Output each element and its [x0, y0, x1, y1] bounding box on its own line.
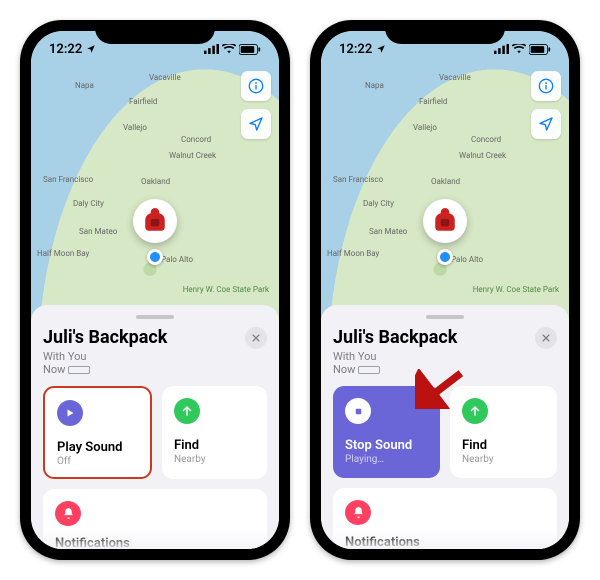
- play-sound-title: Play Sound: [57, 440, 138, 455]
- close-button[interactable]: [245, 327, 267, 349]
- map-locate-button[interactable]: [531, 109, 561, 139]
- map-controls: [531, 71, 561, 139]
- battery-icon: [239, 44, 261, 55]
- status-time: 12:22: [339, 42, 372, 57]
- find-arrow-icon: [462, 398, 488, 424]
- map-poi-label: Henry W. Coe State Park: [473, 285, 559, 294]
- notifications-card[interactable]: Notifications: [43, 489, 267, 549]
- stop-icon: [345, 398, 371, 424]
- tracked-item-pin[interactable]: [133, 199, 177, 243]
- play-sound-status: Off: [57, 456, 138, 467]
- location-services-icon: [376, 44, 386, 54]
- info-icon: [248, 78, 264, 94]
- backpack-icon: [432, 208, 458, 234]
- map-city-label: San Francisco: [333, 175, 383, 184]
- stop-sound-title: Stop Sound: [345, 438, 428, 453]
- find-card[interactable]: Find Nearby: [162, 386, 267, 479]
- sheet-grabber[interactable]: [426, 315, 464, 319]
- item-sheet[interactable]: Juli's Backpack With You Now: [31, 305, 279, 549]
- map-city-label: Napa: [365, 81, 384, 90]
- bell-icon: [345, 500, 371, 525]
- map-city-label: Vallejo: [123, 123, 147, 132]
- item-subtitle: With You Now: [43, 350, 167, 376]
- item-subtitle: With You Now: [333, 350, 457, 376]
- map-controls: [241, 71, 271, 139]
- screen: 12:22 Vacaville Fairfield Napa Concord W…: [321, 31, 569, 549]
- map-city-label: Half Moon Bay: [37, 249, 89, 258]
- close-icon: [251, 333, 261, 343]
- map-city-label: Oakland: [141, 177, 170, 186]
- find-arrow-icon: [174, 398, 200, 424]
- map-city-label: Palo Alto: [161, 255, 193, 264]
- map-city-label: Daly City: [363, 199, 394, 208]
- map-city-label: Vacaville: [149, 73, 181, 82]
- user-location-dot: [147, 249, 163, 265]
- battery-icon: [529, 44, 551, 55]
- action-cards-row: Play Sound Off Find Nearby: [43, 386, 267, 479]
- location-arrow-icon: [538, 116, 554, 132]
- item-sheet[interactable]: Juli's Backpack With You Now: [321, 305, 569, 549]
- sheet-grabber[interactable]: [136, 315, 174, 319]
- action-cards-row: Stop Sound Playing… Find Nearby: [333, 386, 557, 478]
- status-time: 12:22: [49, 42, 82, 57]
- location-services-icon: [86, 44, 96, 54]
- map-city-label: Half Moon Bay: [327, 249, 379, 258]
- location-arrow-icon: [248, 116, 264, 132]
- play-sound-card[interactable]: Play Sound Off: [43, 386, 152, 479]
- cellular-icon: [494, 44, 509, 54]
- sheet-header: Juli's Backpack With You Now: [333, 327, 557, 376]
- map-city-label: San Mateo: [369, 227, 407, 236]
- backpack-icon: [142, 208, 168, 234]
- bell-icon: [55, 501, 81, 526]
- find-title: Find: [174, 438, 255, 453]
- stop-sound-card[interactable]: Stop Sound Playing…: [333, 386, 440, 478]
- map-info-button[interactable]: [241, 71, 271, 101]
- map-poi-label: Henry W. Coe State Park: [183, 285, 269, 294]
- item-title: Juli's Backpack: [43, 327, 167, 348]
- notifications-title: Notifications: [345, 535, 545, 549]
- find-status: Nearby: [174, 454, 255, 465]
- battery-level-icon: [68, 366, 90, 374]
- map-city-label: Palo Alto: [451, 255, 483, 264]
- map-city-label: Oakland: [431, 177, 460, 186]
- play-icon: [57, 400, 83, 426]
- map-city-label: Vallejo: [413, 123, 437, 132]
- map-locate-button[interactable]: [241, 109, 271, 139]
- map-city-label: Napa: [75, 81, 94, 90]
- map-city-label: Walnut Creek: [459, 151, 506, 160]
- close-icon: [541, 333, 551, 343]
- notifications-title: Notifications: [55, 536, 255, 549]
- cellular-icon: [204, 44, 219, 54]
- sheet-header: Juli's Backpack With You Now: [43, 327, 267, 376]
- screen: 12:22 Vacaville Fairfield Napa Concord W…: [31, 31, 279, 549]
- map-city-label: Daly City: [73, 199, 104, 208]
- map-city-label: San Francisco: [43, 175, 93, 184]
- find-card[interactable]: Find Nearby: [450, 386, 557, 478]
- map-city-label: Walnut Creek: [169, 151, 216, 160]
- map-city-label: Concord: [471, 135, 501, 144]
- battery-level-icon: [358, 366, 380, 374]
- phone-right: 12:22 Vacaville Fairfield Napa Concord W…: [310, 20, 580, 560]
- map-city-label: Fairfield: [129, 97, 157, 106]
- tracked-item-pin[interactable]: [423, 199, 467, 243]
- info-icon: [538, 78, 554, 94]
- item-title: Juli's Backpack: [333, 327, 457, 348]
- map-city-label: Concord: [181, 135, 211, 144]
- phone-left: 12:22 Vacaville Fairfield Napa Concord W…: [20, 20, 290, 560]
- wifi-icon: [512, 44, 526, 54]
- map-city-label: Fairfield: [419, 97, 447, 106]
- map-city-label: San Mateo: [79, 227, 117, 236]
- wifi-icon: [222, 44, 236, 54]
- find-status: Nearby: [462, 454, 545, 465]
- notch: [385, 20, 505, 44]
- user-location-dot: [437, 249, 453, 265]
- close-button[interactable]: [535, 327, 557, 349]
- stop-sound-status: Playing…: [345, 454, 428, 465]
- map-info-button[interactable]: [531, 71, 561, 101]
- map-city-label: Vacaville: [439, 73, 471, 82]
- notifications-card[interactable]: Notifications: [333, 488, 557, 549]
- notch: [95, 20, 215, 44]
- find-title: Find: [462, 438, 545, 453]
